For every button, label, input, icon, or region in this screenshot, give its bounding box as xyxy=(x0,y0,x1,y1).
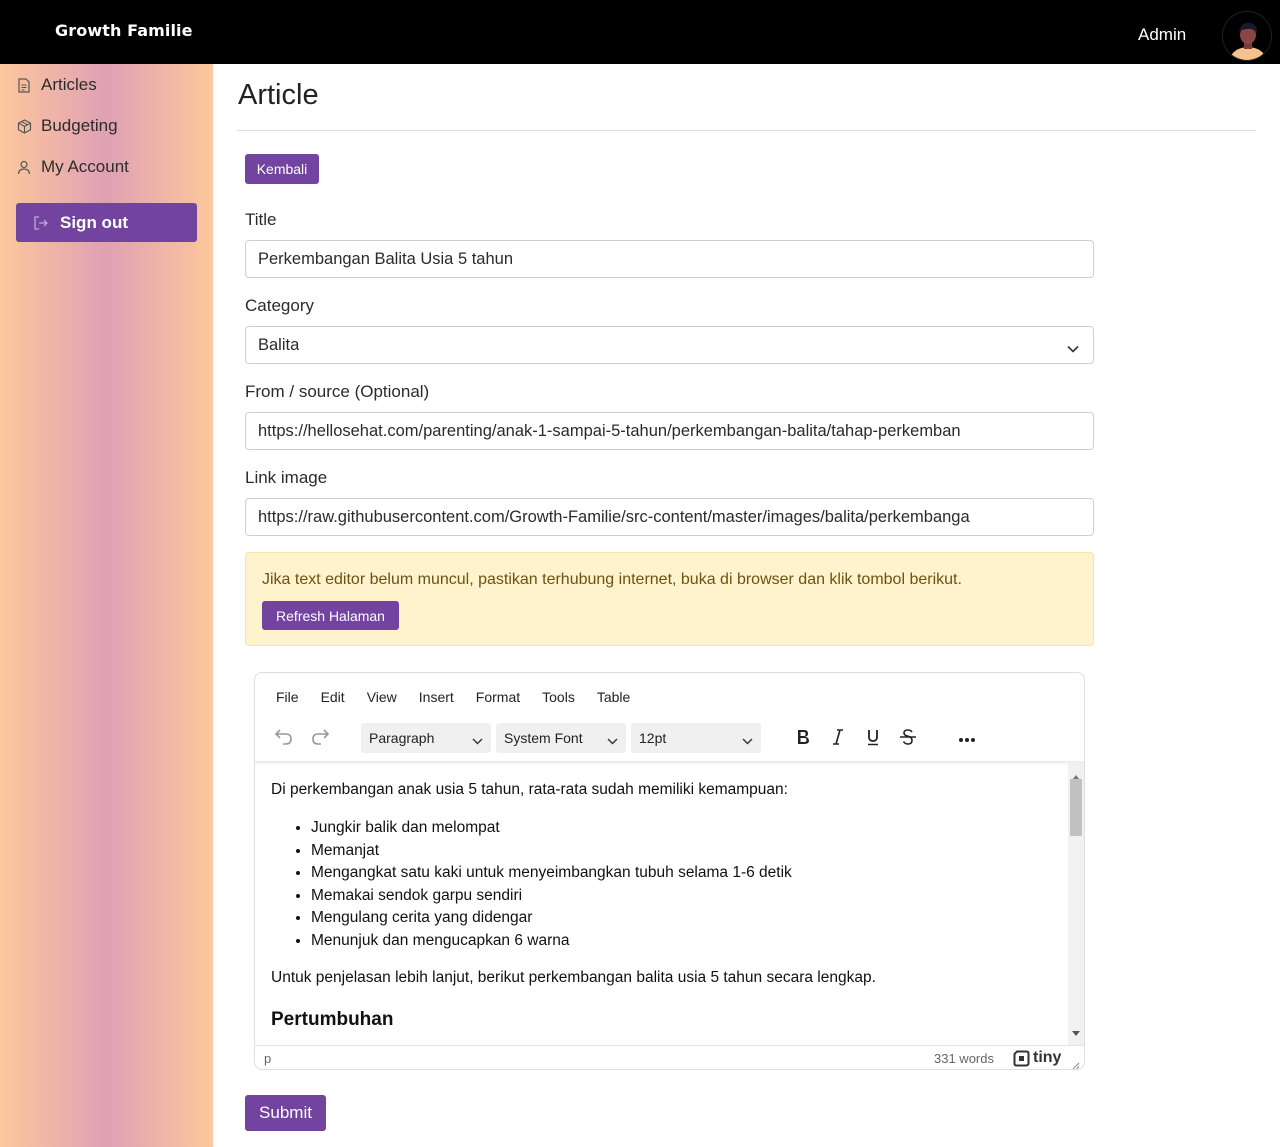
tiny-logo[interactable]: tiny xyxy=(1013,1049,1061,1067)
content-heading: Pertumbuhan xyxy=(271,1009,394,1030)
source-input[interactable]: https://hellosehat.com/parenting/anak-1-… xyxy=(245,412,1094,450)
undo-icon xyxy=(274,728,294,751)
category-select-value: Balita xyxy=(258,335,300,354)
source-label: From / source (Optional) xyxy=(245,382,430,401)
scroll-down-arrow-icon[interactable] xyxy=(1072,1023,1080,1041)
editor-content-area[interactable]: Di perkembangan anak usia 5 tahun, rata-… xyxy=(255,763,1068,1045)
rich-text-editor: File Edit View Insert Format Tools Table… xyxy=(254,672,1085,1070)
scrollbar-thumb[interactable] xyxy=(1070,779,1082,836)
list-item: Jungkir balik dan melompat xyxy=(311,817,792,840)
sidebar-item-articles[interactable]: Articles xyxy=(16,71,97,99)
list-item: Memanjat xyxy=(311,840,792,863)
element-path[interactable]: p xyxy=(264,1051,271,1066)
sidebar: Articles Budgeting My Account Sign out xyxy=(0,64,213,1147)
menu-format[interactable]: Format xyxy=(465,689,531,705)
back-button[interactable]: Kembali xyxy=(245,154,319,184)
image-link-input[interactable]: https://raw.githubusercontent.com/Growth… xyxy=(245,498,1094,536)
word-count[interactable]: 331 words xyxy=(934,1051,994,1066)
tiny-logo-icon xyxy=(1013,1050,1030,1066)
sidebar-item-my-account[interactable]: My Account xyxy=(16,153,129,181)
more-options-button[interactable] xyxy=(952,724,982,754)
editor-scrollbar[interactable] xyxy=(1068,763,1084,1045)
image-link-input-value: https://raw.githubusercontent.com/Growth… xyxy=(258,507,970,526)
list-item: Memakai sendok garpu sendiri xyxy=(311,885,792,908)
user-name[interactable]: Admin xyxy=(1138,25,1186,45)
source-input-value: https://hellosehat.com/parenting/anak-1-… xyxy=(258,421,961,440)
tiny-logo-text: tiny xyxy=(1033,1049,1062,1066)
italic-icon xyxy=(831,728,845,751)
font-family-value: System Font xyxy=(504,730,583,746)
sign-out-label: Sign out xyxy=(60,212,128,232)
menu-file[interactable]: File xyxy=(265,689,310,705)
menu-insert[interactable]: Insert xyxy=(408,689,465,705)
sign-out-button[interactable]: Sign out xyxy=(16,203,197,242)
menu-view[interactable]: View xyxy=(356,689,408,705)
font-size-value: 12pt xyxy=(639,730,667,746)
menu-edit[interactable]: Edit xyxy=(310,689,356,705)
warning-alert: Jika text editor belum muncul, pastikan … xyxy=(245,552,1094,646)
title-input-value: Perkembangan Balita Usia 5 tahun xyxy=(258,249,513,268)
font-family-select[interactable]: System Font xyxy=(496,723,626,753)
title-label: Title xyxy=(245,210,277,229)
category-label: Category xyxy=(245,296,314,315)
content-paragraph: Untuk penjelasan lebih lanjut, berikut p… xyxy=(271,969,876,986)
brand-logo[interactable]: Growth Familie xyxy=(55,21,193,40)
alert-message: Jika text editor belum muncul, pastikan … xyxy=(262,571,962,588)
font-size-select[interactable]: 12pt xyxy=(631,723,761,753)
italic-button[interactable] xyxy=(823,724,853,754)
editor-toolbar: Paragraph System Font 12pt xyxy=(255,720,1084,760)
block-format-select[interactable]: Paragraph xyxy=(361,723,491,753)
redo-icon xyxy=(310,728,330,751)
underline-icon xyxy=(866,728,880,751)
editor-menubar: File Edit View Insert Format Tools Table xyxy=(265,689,641,705)
bold-icon xyxy=(795,728,811,751)
more-horizontal-icon xyxy=(958,730,976,748)
list-item: Menunjuk dan mengucapkan 6 warna xyxy=(311,930,792,953)
category-select[interactable]: Balita xyxy=(245,326,1094,364)
resize-handle-icon[interactable] xyxy=(1071,1058,1080,1069)
undo-button[interactable] xyxy=(269,724,299,754)
chevron-down-icon xyxy=(742,732,753,748)
bold-button[interactable] xyxy=(788,724,818,754)
menu-tools[interactable]: Tools xyxy=(531,689,586,705)
menu-table[interactable]: Table xyxy=(586,689,641,705)
sidebar-item-label: Budgeting xyxy=(41,116,118,135)
list-item: Mengangkat satu kaki untuk menyeimbangka… xyxy=(311,862,792,885)
editor-statusbar: p 331 words tiny xyxy=(255,1045,1084,1069)
strikethrough-icon xyxy=(899,728,917,751)
content-list: Jungkir balik dan melompat Memanjat Meng… xyxy=(311,817,792,952)
chevron-down-icon xyxy=(1067,339,1079,358)
user-icon xyxy=(16,159,32,175)
cube-icon xyxy=(16,118,32,134)
chevron-down-icon xyxy=(472,732,483,748)
underline-button[interactable] xyxy=(858,724,888,754)
page-title: Article xyxy=(238,79,319,111)
redo-button[interactable] xyxy=(305,724,335,754)
avatar[interactable] xyxy=(1222,11,1272,61)
block-format-value: Paragraph xyxy=(369,730,435,746)
chevron-down-icon xyxy=(607,732,618,748)
submit-button[interactable]: Submit xyxy=(245,1095,326,1131)
sidebar-item-label: Articles xyxy=(41,75,97,94)
image-label: Link image xyxy=(245,468,328,487)
logout-icon xyxy=(33,215,49,231)
sidebar-item-budgeting[interactable]: Budgeting xyxy=(16,112,118,140)
strikethrough-button[interactable] xyxy=(893,724,923,754)
sidebar-item-label: My Account xyxy=(41,157,129,176)
document-icon xyxy=(16,77,32,93)
top-navbar: Growth Familie Admin xyxy=(0,0,1280,64)
content-paragraph: Di perkembangan anak usia 5 tahun, rata-… xyxy=(271,781,788,798)
title-input[interactable]: Perkembangan Balita Usia 5 tahun xyxy=(245,240,1094,278)
refresh-page-button[interactable]: Refresh Halaman xyxy=(262,601,399,630)
list-item: Mengulang cerita yang didengar xyxy=(311,907,792,930)
divider xyxy=(237,130,1256,131)
